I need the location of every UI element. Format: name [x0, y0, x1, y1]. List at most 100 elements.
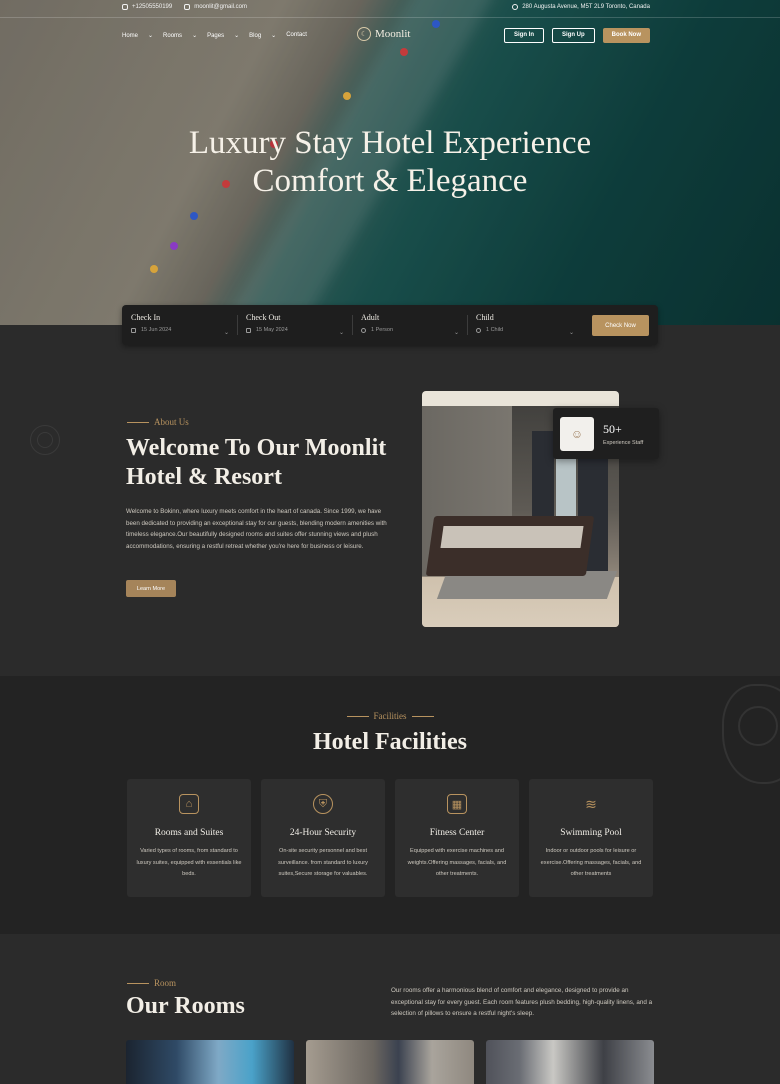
phone-contact[interactable]: +12505550199 [122, 4, 172, 10]
logo-text: Moonlit [375, 28, 411, 40]
phone-text: +12505550199 [132, 4, 173, 10]
adult-field[interactable]: Adult 1 Person ⌄ [352, 305, 467, 345]
facility-text: On-site security personnel and best surv… [278, 848, 368, 877]
person-icon [476, 327, 481, 333]
room-thumbnail[interactable] [306, 1040, 474, 1084]
book-now-button[interactable]: Book Now [602, 27, 650, 43]
child-value: 1 Child [486, 327, 504, 333]
check-in-value: 15 Jun 2024 [141, 327, 172, 333]
location-icon [512, 4, 519, 10]
facilities-kicker-text: Facilities [373, 711, 407, 721]
nav-item-contact[interactable]: Contact [286, 32, 307, 39]
about-description: Welcome to Bokinn, where luxury meets co… [126, 508, 387, 550]
room-bed-sheet [440, 526, 584, 548]
facility-card[interactable]: ⌂ Rooms and Suites Varied types of rooms… [127, 779, 251, 897]
fitness-icon: ▦ [447, 794, 467, 814]
hero-title: Luxury Stay Hotel Experience Comfort & E… [0, 124, 780, 200]
umbrella-dot [190, 212, 198, 220]
about-section [0, 325, 780, 676]
nav-item-label: Home [122, 32, 139, 39]
address-contact: 280 Augusta Avenue, M5T 2L9 Toronto, Can… [512, 4, 650, 10]
facilities-kicker: Facilities [0, 711, 780, 721]
hero-title-line1: Luxury Stay Hotel Experience [188, 125, 592, 161]
child-field[interactable]: Child 1 Child ⌄ [467, 305, 582, 345]
kicker-line [127, 421, 149, 423]
facility-card[interactable]: ▦ Fitness Center Equipped with exercise … [395, 779, 519, 897]
facility-title: Rooms and Suites [154, 828, 224, 838]
check-out-value: 15 May 2024 [256, 327, 288, 333]
email-text: moonlit@gmail.com [194, 4, 247, 10]
about-title: Welcome To Our Moonlit Hotel & Resort [126, 434, 416, 492]
nav-item-label: Rooms [163, 32, 183, 39]
phone-icon [122, 4, 128, 10]
kicker-line [411, 715, 434, 717]
moon-logo-icon: ☾ [357, 27, 371, 41]
decorative-circle [37, 432, 53, 448]
swimming-icon: ≋ [585, 795, 597, 812]
adult-label: Adult [361, 313, 380, 322]
kicker-line [346, 715, 369, 717]
facility-text: Varied types of rooms, from standard to … [136, 848, 242, 877]
room-window [556, 451, 576, 521]
nav-item-pages[interactable]: Pages ⌄ [207, 32, 239, 39]
room-ceiling [422, 391, 619, 406]
umbrella-dot [170, 242, 178, 250]
nav-menu: Home ⌄ Rooms ⌄ Pages ⌄ Blog ⌄ Contact [122, 32, 317, 39]
topbar: +12505550199 moonlit@gmail.com 280 Augus… [0, 0, 780, 18]
nav-buttons: Sign In Sign Up Book Now [496, 27, 650, 43]
person-icon [361, 327, 366, 333]
about-title-line1: Welcome To Our Moonlit [126, 435, 387, 461]
facility-text: Indoor or outdoor pools for leisure or e… [540, 848, 642, 877]
room-thumbnail[interactable] [486, 1040, 654, 1084]
sign-up-button[interactable]: Sign Up [551, 27, 595, 43]
staff-count: 50+ [603, 421, 622, 436]
chevron-down-icon: ⌄ [568, 330, 574, 336]
topbar-divider [0, 17, 780, 18]
bed-icon: ⌂ [179, 794, 199, 814]
chevron-down-icon: ⌄ [453, 330, 459, 336]
booking-bar: Check In 15 Jun 2024 ⌄ Check Out 15 May … [122, 305, 658, 345]
chevron-down-icon: ⌄ [223, 330, 229, 336]
check-in-field[interactable]: Check In 15 Jun 2024 ⌄ [122, 305, 237, 345]
site-logo[interactable]: ☾ Moonlit [357, 27, 410, 41]
chevron-down-icon: ⌄ [338, 330, 344, 336]
umbrella-dot [400, 48, 408, 56]
nav-item-rooms[interactable]: Rooms ⌄ [163, 32, 197, 39]
facility-card[interactable]: ⛨ 24-Hour Security On-site security pers… [261, 779, 385, 897]
rooms-description: Our rooms offer a harmonious blend of co… [391, 987, 653, 1017]
about-kicker-text: About Us [154, 417, 189, 427]
hero-title-line2: Comfort & Elegance [252, 163, 528, 199]
facilities-title: Hotel Facilities [313, 729, 467, 755]
sign-in-button[interactable]: Sign In [503, 27, 544, 43]
mail-icon [184, 4, 191, 10]
learn-more-button[interactable]: Learn More [126, 580, 176, 597]
calendar-icon [246, 327, 251, 333]
about-title-line2: Hotel & Resort [126, 464, 282, 490]
email-contact[interactable]: moonlit@gmail.com [184, 4, 247, 10]
check-now-button[interactable]: Check Now [592, 315, 649, 336]
adult-value: 1 Person [371, 327, 394, 333]
nav-item-blog[interactable]: Blog ⌄ [249, 32, 276, 39]
security-icon: ⛨ [313, 794, 333, 814]
experience-staff-card: ☺ 50+ Experience Staff [553, 408, 659, 459]
check-in-label: Check In [131, 313, 161, 322]
about-kicker: About Us [127, 417, 189, 427]
room-thumbnail[interactable] [126, 1040, 294, 1084]
check-out-field[interactable]: Check Out 15 May 2024 ⌄ [237, 305, 352, 345]
facility-card[interactable]: ≋ Swimming Pool Indoor or outdoor pools … [529, 779, 653, 897]
staff-label: Experience Staff [603, 439, 644, 446]
calendar-icon [131, 327, 136, 333]
rooms-title: Our Rooms [126, 993, 245, 1019]
rooms-kicker: Room [127, 978, 176, 988]
staff-group-icon: ☺ [560, 416, 594, 451]
nav-item-home[interactable]: Home ⌄ [122, 32, 153, 39]
facility-title: Fitness Center [429, 828, 485, 838]
nav-item-label: Blog [249, 32, 262, 39]
facility-title: 24-Hour Security [289, 828, 357, 838]
kicker-line [127, 982, 149, 984]
rooms-kicker-text: Room [154, 978, 177, 988]
nav-item-label: Pages [207, 32, 225, 39]
check-out-label: Check Out [246, 313, 281, 322]
umbrella-dot [150, 265, 158, 273]
facility-text: Equipped with exercise machines and weig… [407, 848, 507, 877]
